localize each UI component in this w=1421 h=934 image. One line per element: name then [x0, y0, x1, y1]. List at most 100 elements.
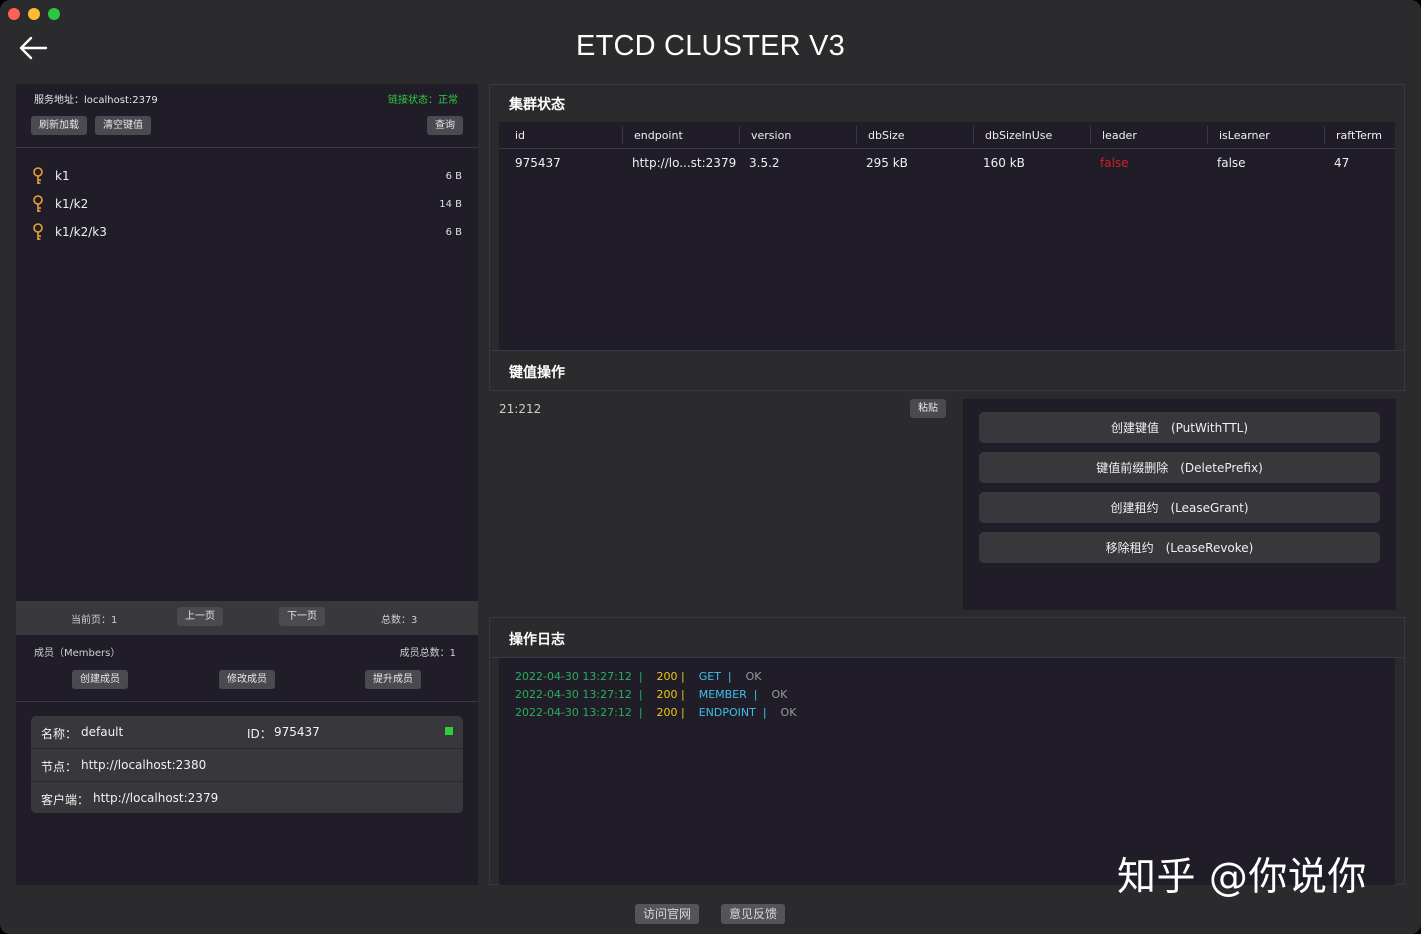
- divider: [489, 350, 1405, 351]
- key-size: 6 B: [445, 170, 462, 182]
- member-id: 975437: [274, 725, 320, 739]
- members-header: 成员（Members） 成员总数：1: [34, 644, 456, 659]
- delete-prefix-button[interactable]: 键值前缀删除 (DeletePrefix): [979, 452, 1380, 483]
- table-cell: 3.5.2: [749, 156, 780, 170]
- app-window: ETCD CLUSTER V3 服务地址：localhost:2379 链接状态…: [0, 0, 1421, 934]
- window-controls: [8, 8, 60, 20]
- key-list-item[interactable]: k1 6 B: [30, 162, 462, 190]
- lease-grant-button[interactable]: 创建租约 (LeaseGrant): [979, 492, 1380, 523]
- column-divider: [973, 126, 974, 144]
- cluster-status-table: id endpoint version dbSize dbSizeInUse l…: [499, 122, 1395, 350]
- server-address-label: 服务地址：: [34, 95, 84, 106]
- divider: [489, 617, 1405, 618]
- table-header: id endpoint version dbSize dbSizeInUse l…: [499, 122, 1395, 149]
- key-size: 6 B: [445, 226, 462, 238]
- member-toolbar: 创建成员 修改成员 提升成员: [16, 670, 478, 690]
- server-address: 服务地址：localhost:2379: [34, 91, 158, 106]
- table-cell: http://lo...st:2379: [632, 156, 737, 170]
- pagination-bar: 当前页：1 上一页 下一页 总数：3: [16, 601, 478, 635]
- column-header[interactable]: leader: [1102, 129, 1137, 142]
- column-divider: [1324, 126, 1325, 144]
- close-window-button[interactable]: [8, 8, 20, 20]
- column-header[interactable]: dbSizeInUse: [985, 129, 1052, 142]
- log-time: 2022-04-30 13:27:12: [515, 706, 632, 719]
- create-member-button[interactable]: 创建成员: [72, 670, 128, 689]
- key-list-item[interactable]: k1/k2/k3 6 B: [30, 218, 462, 246]
- log-line: 2022-04-30 13:27:12 | 200 | MEMBER | OK: [515, 688, 788, 701]
- table-cell: 47: [1334, 156, 1350, 170]
- column-header[interactable]: dbSize: [868, 129, 905, 142]
- log-result: OK: [780, 706, 797, 719]
- connection-status: 链接状态：正常: [388, 91, 458, 106]
- prev-page-button[interactable]: 上一页: [177, 607, 223, 626]
- lease-revoke-button[interactable]: 移除租约 (LeaseRevoke): [979, 532, 1380, 563]
- member-name: default: [81, 725, 124, 739]
- current-page: 当前页：1: [71, 611, 117, 626]
- member-id-label: ID：: [247, 727, 272, 741]
- divider: [16, 147, 478, 148]
- server-address-value: localhost:2379: [84, 95, 158, 106]
- key-list: k1 6 B k1/k2 14 B k1/k2/k3 6 B: [30, 162, 462, 246]
- member-client-label: 客户端：: [41, 793, 90, 807]
- column-divider: [739, 126, 740, 144]
- operation-log-title: 操作日志: [509, 632, 565, 648]
- log-line: 2022-04-30 13:27:12 | 200 | GET | OK: [515, 670, 762, 683]
- minimize-window-button[interactable]: [28, 8, 40, 20]
- kv-input-area[interactable]: [489, 391, 955, 617]
- current-page-value: 1: [111, 615, 118, 626]
- table-cell: 160 kB: [983, 156, 1025, 170]
- key-size: 14 B: [439, 198, 462, 210]
- query-button[interactable]: 查询: [427, 116, 463, 135]
- clear-keys-button[interactable]: 清空键值: [95, 116, 151, 135]
- column-divider: [1207, 126, 1208, 144]
- key-icon: [33, 223, 43, 240]
- log-code: 200: [656, 688, 678, 701]
- column-header[interactable]: isLearner: [1219, 129, 1270, 142]
- feedback-button[interactable]: 意见反馈: [721, 904, 786, 924]
- watermark: 知乎 @你说你: [1117, 855, 1367, 900]
- member-name-label: 名称：: [41, 727, 78, 741]
- key-list-item[interactable]: k1/k2 14 B: [30, 190, 462, 218]
- next-page-button[interactable]: 下一页: [279, 607, 325, 626]
- leader-cell: false: [1100, 156, 1129, 170]
- page-title: ETCD CLUSTER V3: [576, 30, 845, 62]
- member-client-row: 客户端： http://localhost:2379: [31, 782, 463, 814]
- total-count-value: 3: [411, 615, 418, 626]
- total-count: 总数：3: [381, 611, 417, 626]
- paste-button[interactable]: 粘贴: [910, 399, 946, 418]
- column-divider: [856, 126, 857, 144]
- member-peer-row: 节点： http://localhost:2380: [31, 749, 463, 782]
- key-toolbar: 刷新加载 清空键值: [31, 116, 151, 135]
- column-header[interactable]: raftTerm: [1336, 129, 1382, 142]
- log-result: OK: [771, 688, 788, 701]
- cluster-status-title: 集群状态: [509, 97, 565, 113]
- kv-input-text[interactable]: 21:212: [499, 402, 541, 416]
- zoom-window-button[interactable]: [48, 8, 60, 20]
- column-header[interactable]: endpoint: [634, 129, 683, 142]
- member-peer-url: http://localhost:2380: [81, 758, 207, 772]
- members-count-label: 成员总数：: [399, 648, 450, 659]
- connection-info: 服务地址：localhost:2379 链接状态：正常: [34, 91, 458, 106]
- table-row[interactable]: 975437 http://lo...st:2379 3.5.2 295 kB …: [499, 149, 1395, 175]
- total-count-label: 总数：: [381, 615, 411, 626]
- visit-website-button[interactable]: 访问官网: [635, 904, 700, 924]
- log-method: MEMBER: [698, 688, 747, 701]
- column-header[interactable]: version: [751, 129, 791, 142]
- column-header[interactable]: id: [515, 129, 525, 142]
- member-status-indicator: [445, 727, 453, 735]
- member-peer-label: 节点：: [41, 760, 78, 774]
- promote-member-button[interactable]: 提升成员: [365, 670, 421, 689]
- members-title: 成员（Members）: [34, 648, 121, 659]
- members-count-value: 1: [449, 648, 456, 659]
- current-page-label: 当前页：: [71, 615, 111, 626]
- key-icon: [33, 195, 43, 212]
- member-card[interactable]: 名称： default ID： 975437 节点： http://localh…: [31, 716, 463, 813]
- keys-panel: 服务地址：localhost:2379 链接状态：正常 刷新加载 清空键值 查询…: [16, 84, 478, 885]
- modify-member-button[interactable]: 修改成员: [219, 670, 275, 689]
- put-with-ttl-button[interactable]: 创建键值 (PutWithTTL): [979, 412, 1380, 443]
- column-divider: [622, 126, 623, 144]
- log-method: GET: [698, 670, 721, 683]
- members-count: 成员总数：1: [400, 644, 456, 659]
- log-method: ENDPOINT: [698, 706, 756, 719]
- refresh-button[interactable]: 刷新加载: [31, 116, 87, 135]
